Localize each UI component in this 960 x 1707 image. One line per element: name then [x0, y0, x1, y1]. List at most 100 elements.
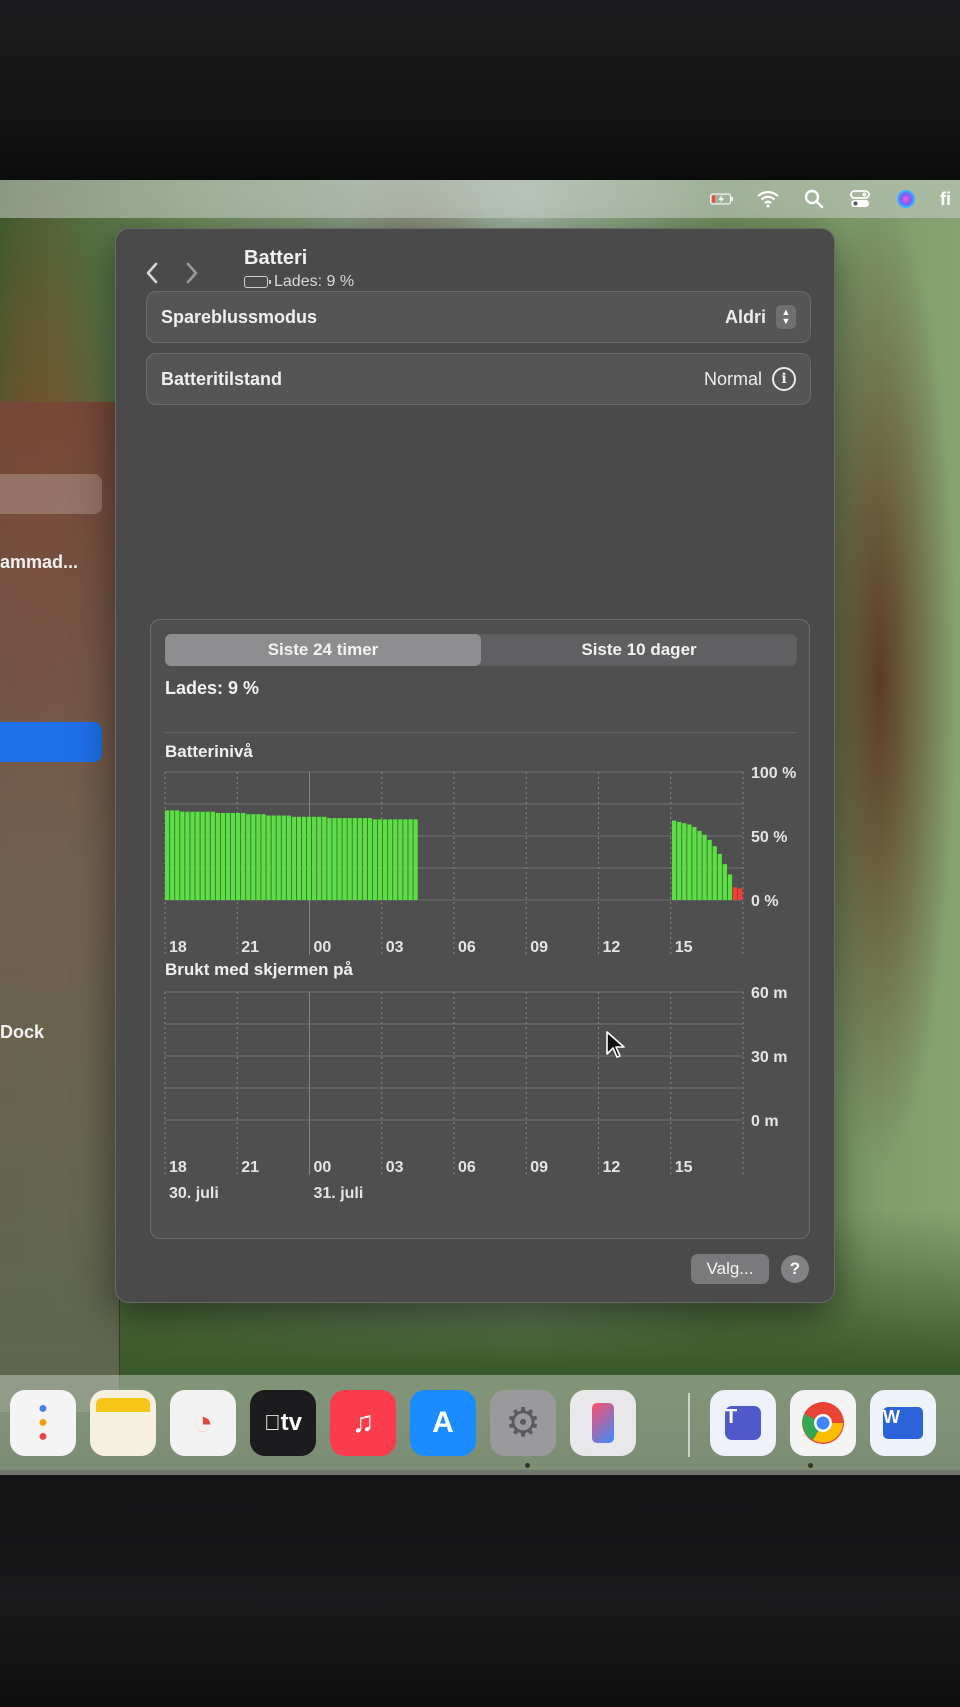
usage-chart-x-tick: 18: [169, 1159, 187, 1176]
battery-level-bar: [281, 815, 286, 900]
battery-level-bar: [727, 874, 733, 900]
battery-settings-window: Batteri Lades: 9 % Spareblussmodus Aldri…: [115, 228, 835, 1303]
up-down-chevron-icon: ▲ ▼: [776, 305, 796, 329]
battery-level-bar: [291, 816, 297, 900]
battery-level-bar: [230, 812, 236, 900]
dock-app-notes[interactable]: [90, 1390, 156, 1456]
battery-level-bar: [195, 811, 200, 900]
battery-level-bar: [175, 810, 180, 900]
dock-running-indicator: [525, 1463, 530, 1468]
help-button[interactable]: ?: [781, 1255, 809, 1283]
battery-level-bar: [317, 816, 322, 900]
usage-chart-x-tick: 03: [386, 1159, 404, 1176]
low-power-mode-select[interactable]: Aldri ▲ ▼: [725, 305, 796, 329]
battery-level-bar: [190, 811, 195, 900]
usage-chart-x-tick: 09: [530, 1159, 548, 1176]
battery-level-bar: [372, 819, 378, 900]
battery-charging-icon[interactable]: [710, 189, 734, 209]
sidebar-item-dock[interactable]: Dock: [0, 1022, 44, 1043]
battery-chart-y-tick: 100 %: [751, 765, 796, 782]
dock-app-tv[interactable]: tv: [250, 1390, 316, 1456]
battery-health-value: Normal: [703, 368, 762, 389]
battery-level-bar: [408, 819, 413, 900]
settings-sidebar: ammad... Dock: [0, 402, 120, 1412]
sidebar-search-field[interactable]: [0, 474, 102, 514]
battery-level-bar: [352, 818, 357, 900]
battery-level-bar: [722, 864, 727, 900]
dock-app-iphone-mirroring[interactable]: [570, 1390, 636, 1456]
dock-app-teams[interactable]: T: [710, 1390, 776, 1456]
dock: ●●● ◔tv♫A⚙ T W: [0, 1375, 960, 1475]
battery-level-bar: [362, 818, 368, 900]
battery-level-bar: [200, 811, 205, 900]
battery-level-bar: [677, 821, 682, 900]
battery-level-bar: [215, 812, 220, 900]
battery-level-bar: [732, 887, 738, 900]
battery-level-bar: [210, 811, 215, 900]
battery-health-label: Batteritilstand: [161, 368, 283, 389]
usage-chart-date-label: 30. juli: [169, 1185, 219, 1202]
battery-level-bar: [687, 824, 692, 900]
sidebar-item-truncated[interactable]: ammad...: [0, 552, 78, 573]
tv-icon: tv: [272, 1409, 302, 1436]
battery-level-bar: [702, 834, 707, 900]
usage-chart-x-tick: 15: [675, 1159, 693, 1176]
dock-separator: [688, 1393, 690, 1457]
monitor-bezel-bottom: [0, 1470, 960, 1707]
dock-app-freeform[interactable]: ◔: [170, 1390, 236, 1456]
search-icon[interactable]: [802, 189, 826, 209]
back-button[interactable]: [138, 259, 166, 287]
battery-chart-y-tick: 0 %: [751, 893, 779, 910]
battery-chart-x-tick: 12: [603, 939, 621, 956]
dock-app-music[interactable]: ♫: [330, 1390, 396, 1456]
forward-button[interactable]: [178, 259, 206, 287]
battery-level-bar: [180, 811, 185, 900]
dock-app-chrome[interactable]: [790, 1390, 856, 1456]
battery-level-bar: [337, 818, 342, 900]
dock-app-reminders[interactable]: ● ● ●: [10, 1390, 76, 1456]
battery-level-bar: [383, 819, 388, 900]
battery-level-bar: [256, 814, 261, 900]
battery-level-bar: [377, 819, 383, 900]
battery-level-bar: [707, 839, 712, 900]
dock-app-system-settings[interactable]: ⚙: [490, 1390, 556, 1456]
battery-chart-x-tick: 18: [169, 939, 187, 956]
sidebar-item-selected[interactable]: [0, 722, 102, 762]
usage-history-card: Siste 24 timer Siste 10 dager Lades: 9 %…: [150, 619, 810, 1239]
mouse-pointer-icon: [606, 1031, 625, 1058]
battery-chart-x-tick: 09: [530, 939, 548, 956]
battery-level-bar: [322, 816, 327, 900]
dock-app-app-store[interactable]: A: [410, 1390, 476, 1456]
battery-health-row: Batteritilstand Normal i: [146, 353, 811, 405]
battery-chart-x-tick: 06: [458, 939, 476, 956]
battery-level-bar: [205, 811, 210, 900]
usage-chart-y-tick: 60 m: [751, 985, 787, 1002]
info-icon[interactable]: i: [772, 367, 796, 391]
battery-level-bar: [266, 815, 271, 900]
battery-level-bar: [697, 830, 702, 900]
battery-level-bar: [737, 888, 743, 900]
battery-level-bar: [220, 812, 226, 900]
control-center-icon[interactable]: [848, 189, 872, 209]
dock-running-indicator: [808, 1463, 813, 1468]
siri-icon[interactable]: [894, 189, 918, 209]
dock-app-word[interactable]: W: [870, 1390, 936, 1456]
battery-level-bar: [692, 827, 697, 900]
chevron-right-icon: [186, 262, 198, 284]
usage-chart-date-label: 31. juli: [314, 1185, 364, 1202]
battery-level-bar: [271, 815, 276, 900]
battery-level-bar: [301, 816, 307, 900]
battery-level-bar: [413, 819, 418, 900]
wifi-icon[interactable]: [756, 189, 780, 209]
battery-icon: [244, 276, 271, 288]
battery-level-bar: [388, 819, 393, 900]
battery-health-status: Normal i: [704, 367, 796, 391]
charging-status-text: Lades: 9 %: [274, 273, 355, 290]
battery-level-bar: [235, 812, 241, 900]
battery-level-bar: [286, 815, 291, 900]
battery-level-bar: [327, 818, 332, 900]
low-power-mode-row: Spareblussmodus Aldri ▲ ▼: [146, 291, 811, 343]
options-button[interactable]: Valg...: [691, 1254, 769, 1284]
chevron-left-icon: [146, 262, 158, 284]
battery-level-bar: [717, 853, 722, 900]
